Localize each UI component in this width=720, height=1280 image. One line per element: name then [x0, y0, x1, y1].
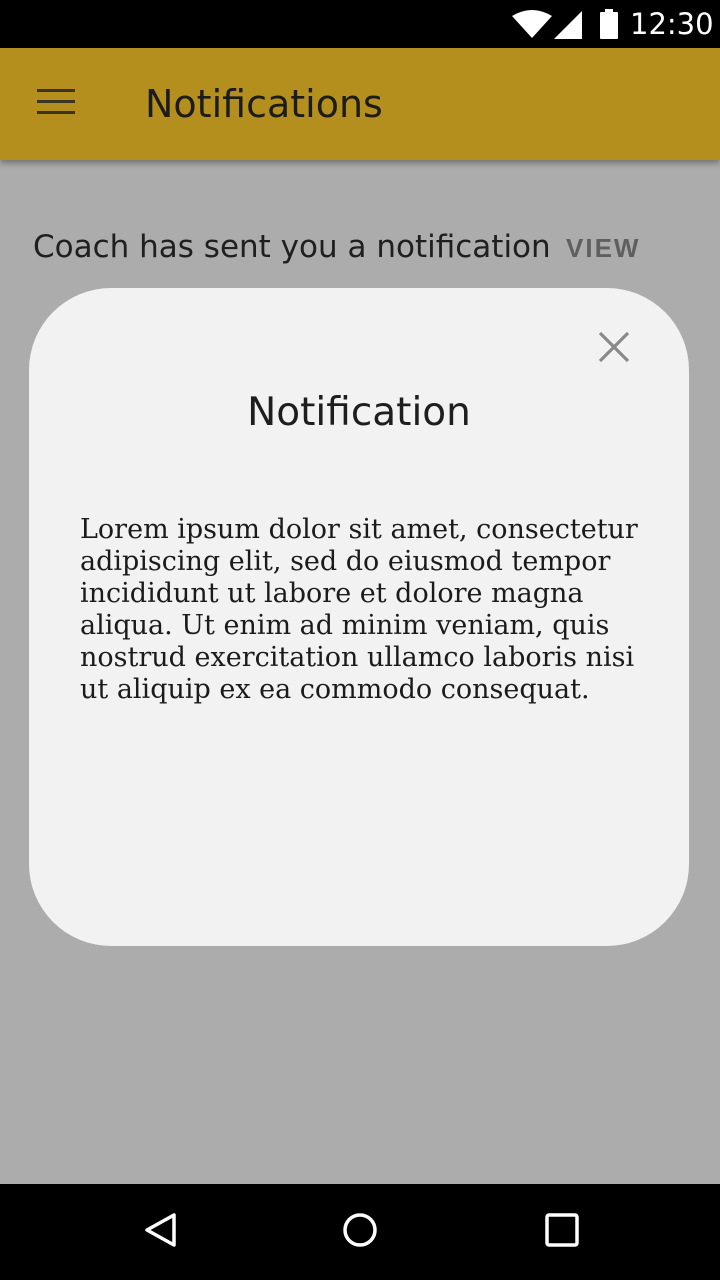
home-icon — [342, 1212, 378, 1253]
notification-row-text: Coach has sent you a notification — [33, 229, 551, 265]
notification-dialog: Notification Lorem ipsum dolor sit amet,… — [29, 288, 689, 946]
menu-button[interactable] — [24, 80, 88, 128]
page-title: Notifications — [145, 82, 383, 126]
back-icon — [143, 1212, 177, 1253]
view-button[interactable]: VIEW — [566, 228, 640, 268]
dialog-body-text: Lorem ipsum dolor sit amet, consectetur … — [80, 514, 638, 705]
status-time: 12:30 — [630, 7, 714, 41]
app-bar: Notifications — [0, 48, 720, 160]
close-button[interactable] — [589, 324, 639, 374]
recents-button[interactable] — [530, 1200, 594, 1264]
battery-icon — [600, 9, 618, 44]
hamburger-menu-icon — [37, 88, 75, 120]
recents-icon — [545, 1212, 579, 1252]
back-button[interactable] — [128, 1200, 192, 1264]
screen: 12:30 Notifications Coach has sent you a… — [0, 0, 720, 1280]
dialog-title: Notification — [247, 390, 471, 435]
close-icon — [598, 331, 630, 368]
wifi-icon — [512, 10, 552, 43]
home-button[interactable] — [328, 1200, 392, 1264]
signal-icon — [554, 11, 582, 44]
navigation-bar — [0, 1184, 720, 1280]
status-bar: 12:30 — [0, 0, 720, 48]
